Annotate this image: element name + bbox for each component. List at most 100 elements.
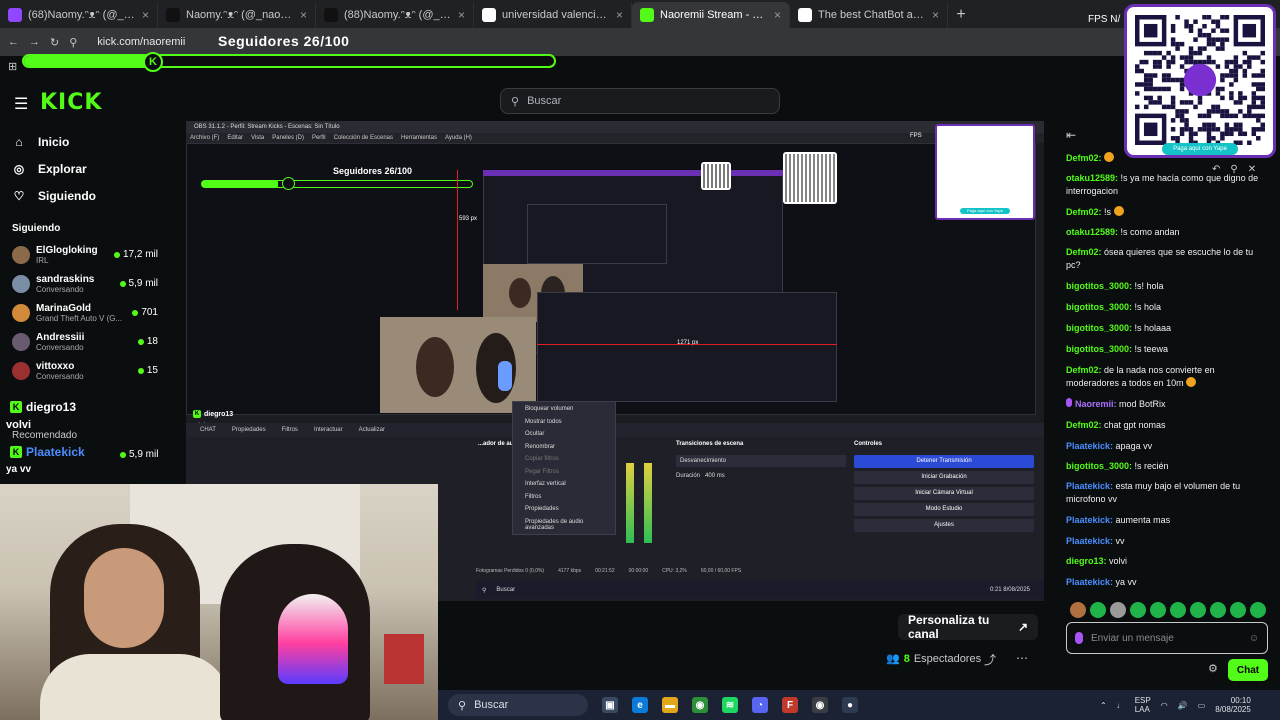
chat-message[interactable]: otaku12589: !s como andan — [1066, 226, 1270, 239]
obs-menu-item[interactable]: Herramientas — [401, 133, 437, 143]
chat-username[interactable]: Plaatekick — [1066, 536, 1110, 546]
nav-item-siguiendo[interactable]: ♡ Siguiendo — [0, 182, 186, 209]
close-icon[interactable]: × — [142, 8, 149, 22]
chat-username[interactable]: otaku12589 — [1066, 173, 1115, 183]
emote-icon[interactable] — [1230, 602, 1246, 618]
chat-username[interactable]: bigotitos_3000 — [1066, 281, 1129, 291]
apps-grid-icon[interactable]: ⊞ — [8, 60, 17, 73]
context-menu-item[interactable]: Mostrar todos — [513, 417, 615, 430]
spotify-icon[interactable]: ≋ — [722, 697, 738, 713]
more-icon[interactable]: ⋯ — [1016, 651, 1028, 665]
emote-icon[interactable] — [1210, 602, 1226, 618]
chat-message[interactable]: Plaatekick: ya vv — [1066, 576, 1270, 589]
emote-icon[interactable] — [1070, 602, 1086, 618]
chat-message[interactable]: bigotitos_3000: !s holaaa — [1066, 322, 1270, 335]
edge-icon[interactable]: e — [632, 697, 648, 713]
chat-username[interactable]: Plaatekick — [1066, 577, 1110, 587]
obs-control-button[interactable]: Ajustes — [854, 519, 1034, 532]
obs-toolbar-item[interactable]: Filtros — [282, 427, 298, 433]
context-menu-item[interactable]: Ocultar — [513, 429, 615, 442]
chat-message[interactable]: Plaatekick: vv — [1066, 535, 1270, 548]
customize-channel-button[interactable]: Personaliza tu canal ↗ — [898, 613, 1038, 641]
volume-icon[interactable]: 🔊 — [1178, 701, 1188, 710]
chat-username[interactable]: Defm02 — [1066, 153, 1099, 163]
menu-icon[interactable]: ☰ — [14, 94, 28, 114]
chat-username[interactable]: bigotitos_3000 — [1066, 344, 1129, 354]
chat-username[interactable]: Defm02 — [1066, 247, 1099, 257]
obs-control-button[interactable]: Detener Transmisión — [854, 455, 1034, 468]
chat-username[interactable]: Defm02 — [1066, 365, 1099, 375]
close-icon[interactable]: × — [616, 8, 623, 22]
obs-icon[interactable]: ● — [842, 697, 858, 713]
close-icon[interactable]: × — [300, 8, 307, 22]
chat-message[interactable]: otaku12589: !s ya me hacía como que dign… — [1066, 172, 1270, 198]
emoji-icon[interactable]: ☺ — [1249, 633, 1259, 644]
browser-tab[interactable]: Naomy.ᵔᴥᵔ (@_naoremii) está li × — [158, 2, 316, 28]
tray-chevron-icon[interactable]: ⌃ — [1100, 701, 1107, 710]
chat-message[interactable]: Plaatekick: aumenta mas — [1066, 514, 1270, 527]
browser-tab[interactable]: universidad valencia - Buscar c × — [474, 2, 632, 28]
chat-input[interactable]: Enviar un mensaje ☺ — [1066, 622, 1268, 654]
obs-menu-item[interactable]: Perfil — [312, 133, 326, 143]
transition-select[interactable]: Desvanecimiento — [676, 455, 846, 467]
wifi-icon[interactable]: ◠ — [1161, 701, 1168, 710]
following-item[interactable]: sandraskins Conversando 5,9 mil — [0, 269, 186, 298]
obs-menu-item[interactable]: Vista — [251, 133, 264, 143]
chat-username[interactable]: Defm02 — [1066, 207, 1099, 217]
discord-icon[interactable]: ◔ — [752, 697, 768, 713]
nav-item-inicio[interactable]: ⌂ Inicio — [0, 128, 186, 155]
context-menu-item[interactable]: Renombrar — [513, 442, 615, 455]
collapse-chat-icon[interactable]: ⇤ — [1066, 128, 1076, 142]
chat-username[interactable]: Plaatekick — [1066, 441, 1110, 451]
chat-message[interactable]: bigotitos_3000: !s recién — [1066, 460, 1270, 473]
chrome-icon[interactable]: ◉ — [692, 697, 708, 713]
chat-username[interactable]: Plaatekick — [1066, 515, 1110, 525]
forward-icon[interactable]: → — [29, 36, 40, 48]
chat-message[interactable]: Plaatekick: esta muy bajo el volumen de … — [1066, 480, 1270, 506]
battery-icon[interactable]: ▭ — [1198, 701, 1206, 710]
emote-icon[interactable] — [1090, 602, 1106, 618]
chat-username[interactable]: Naoremii — [1075, 399, 1114, 409]
chat-message[interactable]: bigotitos_3000: !s hola — [1066, 301, 1270, 314]
back-icon[interactable]: ← — [8, 36, 19, 48]
obs-toolbar-item[interactable]: Actualizar — [359, 427, 385, 433]
language-indicator[interactable]: ESP LAA — [1135, 696, 1151, 714]
context-menu-item[interactable]: Propiedades — [513, 504, 615, 517]
chat-message[interactable]: Defm02: de la nada nos convierte en mode… — [1066, 364, 1270, 390]
close-icon[interactable]: × — [774, 8, 781, 22]
obs-menu-item[interactable]: Paneles (D) — [272, 133, 304, 143]
site-info-icon[interactable]: ⚲ — [69, 36, 77, 49]
emote-icon[interactable] — [1190, 602, 1206, 618]
chat-username[interactable]: Plaatekick — [1066, 481, 1110, 491]
obs-menu-item[interactable]: Editar — [227, 133, 243, 143]
reload-icon[interactable]: ↻ — [50, 36, 59, 49]
clock[interactable]: 00:10 8/08/2025 — [1215, 696, 1251, 714]
obs-menu-item[interactable]: Colección de Escenas — [334, 133, 393, 143]
chat-message[interactable]: Defm02: ósea quieres que se escuche lo d… — [1066, 246, 1270, 272]
emote-icon[interactable] — [1130, 602, 1146, 618]
search-input[interactable]: ⚲ Buscar — [500, 88, 780, 114]
address-text[interactable]: kick.com/naoremii — [97, 36, 185, 48]
chat-username[interactable]: bigotitos_3000 — [1066, 323, 1129, 333]
settings-icon[interactable]: ⚙ — [1208, 662, 1218, 675]
chat-username[interactable]: bigotitos_3000 — [1066, 461, 1129, 471]
following-item[interactable]: ElGlogloking IRL 17,2 mil — [0, 240, 186, 269]
following-item[interactable]: vittoxxo Conversando 15 — [0, 356, 186, 385]
emote-icon[interactable] — [1170, 602, 1186, 618]
browser-tab[interactable]: The best ChatBot and Widgets × — [790, 2, 948, 28]
context-menu-item[interactable]: Filtros — [513, 492, 615, 505]
chat-message[interactable]: diegro13: volvi — [1066, 555, 1270, 568]
chat-send-button[interactable]: Chat — [1228, 659, 1268, 681]
obs-control-button[interactable]: Iniciar Cámara Virtual — [854, 487, 1034, 500]
app-icon[interactable]: F — [782, 697, 798, 713]
nav-item-explorar[interactable]: ◎ Explorar — [0, 155, 186, 182]
obs-toolbar-item[interactable]: Propiedades — [232, 427, 266, 433]
chat-username[interactable]: otaku12589 — [1066, 227, 1115, 237]
chat-message[interactable]: bigotitos_3000: !s teewa — [1066, 343, 1270, 356]
chat-message[interactable]: Plaatekick: apaga vv — [1066, 440, 1270, 453]
browser-tab[interactable]: (88)Naomy.ᵔᴥᵔ (@_naoremii) | T × — [316, 2, 474, 28]
chat-message[interactable]: Defm02: chat gpt nomas — [1066, 419, 1270, 432]
emote-icon[interactable] — [1250, 602, 1266, 618]
obs-toolbar-item[interactable]: CHAT — [200, 427, 216, 433]
browser-tab[interactable]: Naoremii Stream - Watch Live × — [632, 2, 790, 28]
